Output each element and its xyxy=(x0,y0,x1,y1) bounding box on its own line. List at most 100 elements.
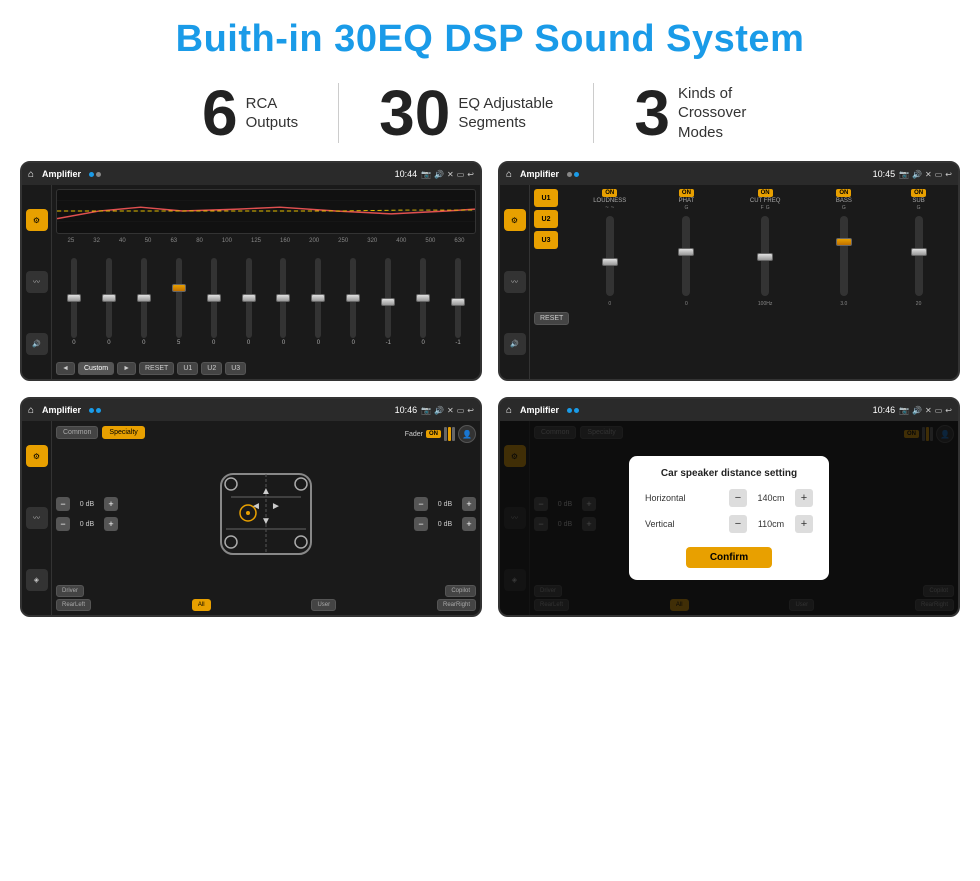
btn-user-3[interactable]: User xyxy=(311,599,336,611)
preset-u2[interactable]: U2 xyxy=(534,210,558,228)
btn-rearright-3[interactable]: RearRight xyxy=(437,599,476,611)
loudness-thumb[interactable] xyxy=(602,258,618,266)
fader-on[interactable]: ON xyxy=(426,430,441,438)
btn-all-3[interactable]: All xyxy=(192,599,211,611)
back-icon-1[interactable]: ↩ xyxy=(467,170,474,179)
horizontal-plus[interactable]: + xyxy=(795,489,813,507)
btn-rearleft-3[interactable]: RearLeft xyxy=(56,599,91,611)
cutfreq-slider[interactable] xyxy=(761,216,769,296)
slider-thumb-2[interactable] xyxy=(102,294,116,302)
eq-prev-btn[interactable]: ◄ xyxy=(56,362,75,375)
slider-track-10[interactable] xyxy=(385,258,391,338)
eq-custom-btn[interactable]: Custom xyxy=(78,362,114,375)
phat-label: PHAT xyxy=(679,198,695,204)
left-top-plus[interactable]: + xyxy=(104,497,118,511)
slider-thumb-10[interactable] xyxy=(381,298,395,306)
home-icon-2[interactable]: ⌂ xyxy=(506,169,512,180)
back-icon-4[interactable]: ↩ xyxy=(945,406,952,415)
slider-track-12[interactable] xyxy=(455,258,461,338)
phat-on[interactable]: ON xyxy=(679,189,694,197)
window-icon-4[interactable]: ▭ xyxy=(935,406,943,415)
close-icon-2[interactable]: ✕ xyxy=(925,170,932,179)
slider-thumb-3[interactable] xyxy=(137,294,151,302)
side-btn-vol2[interactable]: 🔊 xyxy=(504,333,526,355)
home-icon-1[interactable]: ⌂ xyxy=(28,169,34,180)
eq-next-btn[interactable]: ► xyxy=(117,362,136,375)
eq-u3-btn[interactable]: U3 xyxy=(225,362,246,375)
side-btn-eq3[interactable]: ⚙ xyxy=(26,445,48,467)
cutfreq-thumb[interactable] xyxy=(757,253,773,261)
left-bot-plus[interactable]: + xyxy=(104,517,118,531)
btn-copilot-3[interactable]: Copilot xyxy=(445,585,476,597)
right-top-plus[interactable]: + xyxy=(462,497,476,511)
slider-track-1[interactable] xyxy=(71,258,77,338)
side-btn-wave2[interactable]: 〰 xyxy=(504,271,526,293)
right-top-minus[interactable]: − xyxy=(414,497,428,511)
slider-val-8: 0 xyxy=(317,340,320,346)
eq-u1-btn[interactable]: U1 xyxy=(177,362,198,375)
bass-slider[interactable] xyxy=(840,216,848,296)
bass-on[interactable]: ON xyxy=(836,189,851,197)
sub-slider[interactable] xyxy=(915,216,923,296)
left-top-minus[interactable]: − xyxy=(56,497,70,511)
home-icon-3[interactable]: ⌂ xyxy=(28,405,34,416)
vertical-plus[interactable]: + xyxy=(795,515,813,533)
preset-u1[interactable]: U1 xyxy=(534,189,558,207)
slider-track-11[interactable] xyxy=(420,258,426,338)
eq-u2-btn[interactable]: U2 xyxy=(201,362,222,375)
window-icon-3[interactable]: ▭ xyxy=(457,406,465,415)
btn-driver-3[interactable]: Driver xyxy=(56,585,84,597)
slider-thumb-8[interactable] xyxy=(311,294,325,302)
loudness-slider[interactable] xyxy=(606,216,614,296)
slider-thumb-4[interactable] xyxy=(172,284,186,292)
horizontal-minus[interactable]: − xyxy=(729,489,747,507)
slider-thumb-7[interactable] xyxy=(276,294,290,302)
right-bot-plus[interactable]: + xyxy=(462,517,476,531)
side-btn-balance3[interactable]: ◈ xyxy=(26,569,48,591)
slider-track-3[interactable] xyxy=(141,258,147,338)
preset-u3[interactable]: U3 xyxy=(534,231,558,249)
phat-thumb[interactable] xyxy=(678,248,694,256)
slider-track-6[interactable] xyxy=(246,258,252,338)
side-btn-vol[interactable]: 🔊 xyxy=(26,333,48,355)
settings-icon-3[interactable]: 👤 xyxy=(458,425,476,443)
cutfreq-on[interactable]: ON xyxy=(758,189,773,197)
vertical-minus[interactable]: − xyxy=(729,515,747,533)
left-bot-minus[interactable]: − xyxy=(56,517,70,531)
side-btn-eq[interactable]: ⚙ xyxy=(26,209,48,231)
slider-track-8[interactable] xyxy=(315,258,321,338)
confirm-button[interactable]: Confirm xyxy=(686,547,772,568)
close-icon-3[interactable]: ✕ xyxy=(447,406,454,415)
eq-reset-btn[interactable]: RESET xyxy=(139,362,174,375)
side-btn-eq2[interactable]: ⚙ xyxy=(504,209,526,231)
slider-thumb-1[interactable] xyxy=(67,294,81,302)
slider-track-4[interactable] xyxy=(176,258,182,338)
side-btn-wave3[interactable]: 〰 xyxy=(26,507,48,529)
slider-thumb-12[interactable] xyxy=(451,298,465,306)
sub-thumb[interactable] xyxy=(911,248,927,256)
slider-track-5[interactable] xyxy=(211,258,217,338)
slider-track-2[interactable] xyxy=(106,258,112,338)
close-icon-4[interactable]: ✕ xyxy=(925,406,932,415)
loudness-on[interactable]: ON xyxy=(602,189,617,197)
tab-common-3[interactable]: Common xyxy=(56,426,98,439)
tab-specialty-3[interactable]: Specialty xyxy=(102,426,144,439)
right-bot-minus[interactable]: − xyxy=(414,517,428,531)
home-icon-4[interactable]: ⌂ xyxy=(506,405,512,416)
window-icon-2[interactable]: ▭ xyxy=(935,170,943,179)
bass-thumb[interactable] xyxy=(836,238,852,246)
slider-track-7[interactable] xyxy=(280,258,286,338)
slider-thumb-6[interactable] xyxy=(242,294,256,302)
slider-thumb-11[interactable] xyxy=(416,294,430,302)
crossover-reset[interactable]: RESET xyxy=(534,312,569,325)
back-icon-3[interactable]: ↩ xyxy=(467,406,474,415)
window-icon-1[interactable]: ▭ xyxy=(457,170,465,179)
slider-thumb-5[interactable] xyxy=(207,294,221,302)
side-btn-wave[interactable]: 〰 xyxy=(26,271,48,293)
back-icon-2[interactable]: ↩ xyxy=(945,170,952,179)
slider-track-9[interactable] xyxy=(350,258,356,338)
slider-thumb-9[interactable] xyxy=(346,294,360,302)
phat-slider[interactable] xyxy=(682,216,690,296)
sub-on[interactable]: ON xyxy=(911,189,926,197)
close-icon-1[interactable]: ✕ xyxy=(447,170,454,179)
